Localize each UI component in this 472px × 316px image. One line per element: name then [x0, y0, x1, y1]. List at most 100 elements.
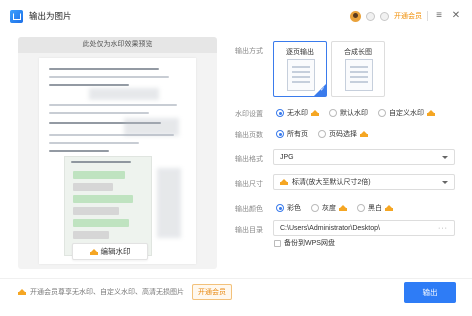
radio-dot	[311, 204, 319, 212]
format-select[interactable]: JPG	[273, 149, 455, 165]
check-icon	[314, 84, 326, 96]
size-select[interactable]: 标清(放大至默认尺寸2倍)	[273, 174, 455, 190]
watermark-options: 无水印 默认水印 自定义水印	[276, 108, 445, 118]
chat-row	[73, 171, 125, 179]
radio-label: 自定义水印	[389, 110, 424, 117]
color-full-radio[interactable]: 彩色	[276, 203, 301, 213]
text-line	[49, 68, 159, 70]
preview-panel: 此处仅为水印效果预览	[18, 37, 217, 269]
footer-promo: 开通会员尊享无水印、自定义水印、高清无损图片 开通会员	[18, 284, 232, 300]
chat-row	[73, 207, 119, 215]
crown-icon	[360, 131, 368, 137]
document-preview	[39, 58, 196, 264]
mode-long-image-label: 合成长图	[344, 49, 372, 56]
text-line	[49, 150, 109, 152]
chat-row	[73, 219, 129, 227]
chat-row	[73, 183, 113, 191]
text-line	[49, 104, 177, 106]
radio-dot	[276, 130, 284, 138]
radio-label: 彩色	[287, 205, 301, 212]
radio-dot	[357, 204, 365, 212]
watermark-label: 水印设置	[235, 111, 263, 118]
vip-button[interactable]: 开通会员	[192, 284, 232, 300]
mode-per-page-label: 逐页输出	[286, 49, 314, 56]
checkbox-box	[274, 239, 281, 247]
format-label: 输出格式	[235, 156, 263, 163]
color-label: 输出颜色	[235, 206, 263, 213]
chevron-down-icon	[442, 155, 448, 159]
backup-checkbox[interactable]: 备份到WPS网盘	[274, 238, 335, 248]
mode-long-image-card[interactable]: 合成长图	[331, 41, 385, 97]
text-line	[49, 142, 139, 144]
radio-dot	[276, 204, 284, 212]
radio-dot	[378, 109, 386, 117]
close-icon[interactable]: ✕	[450, 11, 462, 21]
radio-label: 灰度	[322, 205, 336, 212]
chat-row	[73, 231, 109, 239]
crown-icon	[89, 248, 98, 255]
directory-field[interactable]: C:\Users\Administrator\Desktop\ ···	[273, 220, 455, 236]
chevron-down-icon	[442, 180, 448, 184]
embedded-screenshot	[64, 156, 152, 256]
crown-icon	[311, 110, 319, 116]
crown-icon	[280, 179, 288, 185]
radio-label: 页码选择	[329, 131, 357, 138]
preview-header: 此处仅为水印效果预览	[18, 37, 217, 53]
format-value: JPG	[280, 153, 294, 161]
radio-dot	[318, 130, 326, 138]
crown-icon	[18, 289, 26, 295]
divider	[427, 11, 428, 21]
radio-dot	[329, 109, 337, 117]
edit-watermark-button[interactable]: 编辑水印	[72, 243, 148, 260]
text-line	[71, 161, 131, 163]
blurred-content	[89, 88, 159, 100]
window-title: 输出为图片	[29, 11, 72, 21]
radio-label: 黑白	[368, 205, 382, 212]
promo-text: 开通会员尊享无水印、自定义水印、高清无损图片	[30, 289, 184, 296]
size-label: 输出尺寸	[235, 181, 263, 188]
crown-icon	[427, 110, 435, 116]
title-bar-actions: 开通会员 ≡ ✕	[350, 10, 462, 22]
settings-circle-icon[interactable]	[380, 11, 389, 21]
mode-label: 输出方式	[235, 48, 263, 55]
text-line	[49, 76, 169, 78]
watermark-none-radio[interactable]: 无水印	[276, 108, 319, 118]
footer-divider	[0, 278, 472, 279]
text-line	[49, 134, 174, 136]
long-image-icon	[345, 59, 373, 91]
vip-link[interactable]: 开通会员	[394, 11, 422, 21]
directory-label: 输出目录	[235, 227, 263, 234]
radio-dot	[276, 109, 284, 117]
mode-per-page-card[interactable]: 逐页输出	[273, 41, 327, 97]
pages-all-radio[interactable]: 所有页	[276, 129, 308, 139]
radio-label: 无水印	[287, 110, 308, 117]
color-options: 彩色 灰度 黑白	[276, 203, 403, 213]
color-grayscale-radio[interactable]: 灰度	[311, 203, 347, 213]
image-export-icon	[10, 9, 23, 23]
watermark-default-radio[interactable]: 默认水印	[329, 108, 368, 118]
pages-select-radio[interactable]: 页码选择	[318, 129, 368, 139]
color-bw-radio[interactable]: 黑白	[357, 203, 393, 213]
size-value: 标清(放大至默认尺寸2倍)	[292, 179, 371, 186]
chat-row	[73, 195, 133, 203]
crown-icon	[385, 205, 393, 211]
directory-value: C:\Users\Administrator\Desktop\	[280, 224, 380, 232]
crown-icon	[339, 205, 347, 211]
single-page-icon	[287, 59, 315, 91]
blurred-content	[157, 168, 181, 238]
member-badge-icon[interactable]	[366, 11, 375, 21]
radio-label: 默认水印	[340, 110, 368, 117]
text-line	[49, 84, 129, 86]
pages-options: 所有页 页码选择	[276, 129, 378, 139]
text-line	[49, 112, 149, 114]
avatar[interactable]	[350, 10, 361, 22]
browse-more-icon[interactable]: ···	[438, 225, 448, 232]
title-bar: 输出为图片 开通会员 ≡ ✕	[0, 0, 472, 32]
export-button[interactable]: 输出	[404, 282, 456, 303]
backup-label: 备份到WPS网盘	[284, 240, 335, 247]
menu-icon[interactable]: ≡	[433, 11, 445, 21]
radio-label: 所有页	[287, 131, 308, 138]
edit-watermark-label: 编辑水印	[100, 247, 131, 256]
pages-label: 输出页数	[235, 132, 263, 139]
watermark-custom-radio[interactable]: 自定义水印	[378, 108, 435, 118]
